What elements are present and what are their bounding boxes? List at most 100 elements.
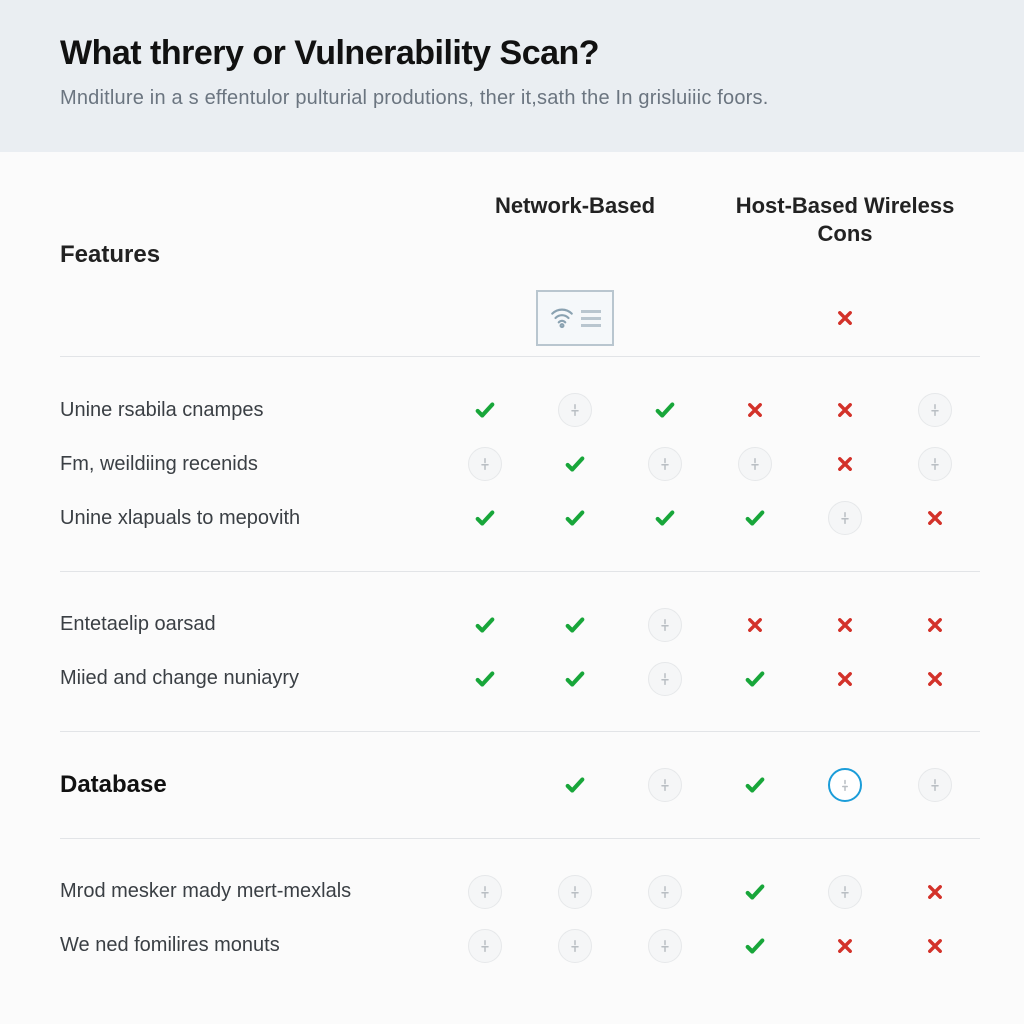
- cell: [530, 491, 620, 545]
- cross-icon: [828, 447, 862, 481]
- check-icon: [558, 768, 592, 802]
- neutral-chip-icon: [648, 875, 682, 909]
- cell: [710, 491, 800, 545]
- page-title: What threry or Vulnerability Scan?: [60, 34, 964, 73]
- feature-label: We ned fomilires monuts: [60, 919, 440, 973]
- feature-label: Entetaelip oarsad: [60, 598, 440, 652]
- cell: [620, 491, 710, 545]
- neutral-chip-icon: [648, 447, 682, 481]
- section-heading-features: Features: [60, 182, 440, 280]
- cell: [710, 598, 800, 652]
- section-heading-database: Database: [60, 758, 440, 812]
- feature-label: Fm, weildiing recenids: [60, 437, 440, 491]
- cell: [530, 865, 620, 919]
- check-icon: [648, 393, 682, 427]
- cross-icon: [918, 875, 952, 909]
- cell: [530, 383, 620, 437]
- neutral-chip-icon: [738, 447, 772, 481]
- cell: [440, 437, 530, 491]
- cell: [710, 919, 800, 973]
- neutral-chip-icon: [468, 447, 502, 481]
- neutral-chip-icon: [558, 875, 592, 909]
- check-icon: [738, 929, 772, 963]
- check-icon: [738, 768, 772, 802]
- neutral-chip-icon: [918, 768, 952, 802]
- cross-icon: [918, 929, 952, 963]
- cell: [890, 865, 980, 919]
- cell: [620, 758, 710, 812]
- cross-icon: [918, 501, 952, 535]
- column-header-network: Network-Based: [440, 182, 710, 280]
- network-device-icon: [536, 290, 614, 346]
- cell: [710, 437, 800, 491]
- cell: [440, 865, 530, 919]
- page-subtitle: Mnditlure in a s effentulor pulturial pr…: [60, 87, 964, 110]
- cell: [440, 652, 530, 706]
- cell: [800, 652, 890, 706]
- table-row: Fm, weildiing recenids: [60, 437, 980, 491]
- section-row-database: Database: [60, 758, 980, 812]
- cell: [890, 491, 980, 545]
- cell: [530, 919, 620, 973]
- cross-icon: [918, 662, 952, 696]
- cell: [890, 598, 980, 652]
- cell: [530, 652, 620, 706]
- cross-icon: [738, 393, 772, 427]
- table-row: Unine rsabila cnampes: [60, 383, 980, 437]
- feature-label: Unine rsabila cnampes: [60, 383, 440, 437]
- cell: [440, 758, 530, 812]
- cell: [620, 383, 710, 437]
- cross-icon: [918, 608, 952, 642]
- check-icon: [558, 608, 592, 642]
- cell: [620, 865, 710, 919]
- neutral-chip-icon: [828, 501, 862, 535]
- check-icon: [468, 662, 502, 696]
- cell: [710, 865, 800, 919]
- cell: [890, 919, 980, 973]
- neutral-chip-icon: [468, 929, 502, 963]
- cell: [620, 598, 710, 652]
- check-icon: [558, 447, 592, 481]
- check-icon: [738, 501, 772, 535]
- table-row: Entetaelip oarsad: [60, 598, 980, 652]
- table-row: Mrod mesker mady mert-mexlals: [60, 865, 980, 919]
- check-icon: [468, 393, 502, 427]
- check-icon: [648, 501, 682, 535]
- cell: [890, 383, 980, 437]
- cross-icon: [828, 929, 862, 963]
- cell: [530, 437, 620, 491]
- check-icon: [558, 662, 592, 696]
- check-icon: [468, 501, 502, 535]
- cell: [800, 758, 890, 812]
- table-row: Unine xlapuals to mepovith: [60, 491, 980, 545]
- cell: [890, 437, 980, 491]
- check-icon: [738, 875, 772, 909]
- neutral-chip-icon: [648, 608, 682, 642]
- neutral-chip-icon: [918, 447, 952, 481]
- cell: [800, 865, 890, 919]
- neutral-chip-icon: [468, 875, 502, 909]
- cell: [530, 598, 620, 652]
- cell: [800, 383, 890, 437]
- cell: [620, 652, 710, 706]
- hero-banner: What threry or Vulnerability Scan? Mndit…: [0, 0, 1024, 152]
- check-icon: [738, 662, 772, 696]
- neutral-chip-icon: [648, 768, 682, 802]
- neutral-chip-icon: [648, 929, 682, 963]
- neutral-chip-icon: [558, 929, 592, 963]
- cell: [800, 919, 890, 973]
- cross-icon: [738, 608, 772, 642]
- cross-icon: [828, 608, 862, 642]
- check-icon: [558, 501, 592, 535]
- cell: [800, 598, 890, 652]
- cross-icon: [828, 393, 862, 427]
- neutral-chip-icon: [648, 662, 682, 696]
- cell: [890, 652, 980, 706]
- cell: [800, 491, 890, 545]
- neutral-chip-icon: [558, 393, 592, 427]
- neutral-chip-icon: [918, 393, 952, 427]
- neutral-chip-icon: [828, 875, 862, 909]
- comparison-table: Features Network-Based Host-Based Wirele…: [60, 182, 980, 973]
- cross-icon: [828, 301, 862, 335]
- cell: [440, 919, 530, 973]
